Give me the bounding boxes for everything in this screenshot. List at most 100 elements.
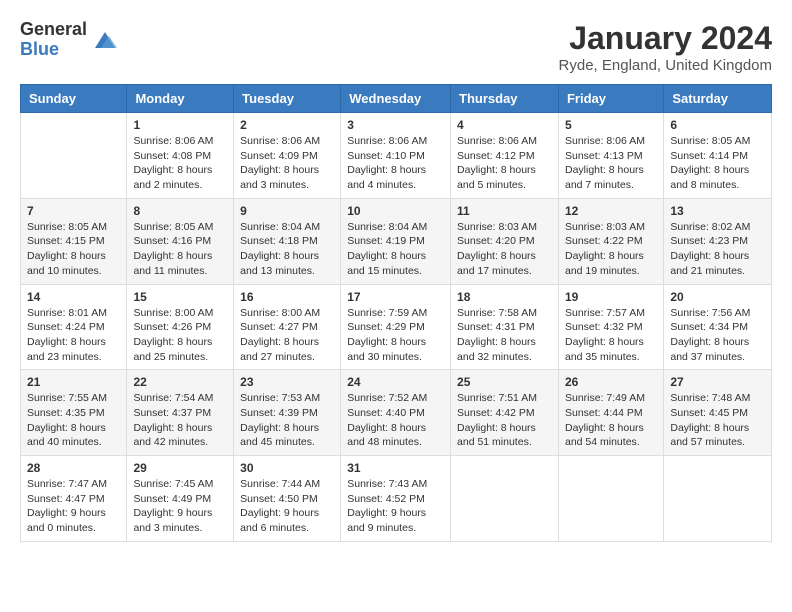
day-info: Sunrise: 8:02 AMSunset: 4:23 PMDaylight:… — [670, 220, 765, 279]
calendar-week-row: 14 Sunrise: 8:01 AMSunset: 4:24 PMDayligh… — [21, 284, 772, 370]
day-number: 13 — [670, 204, 765, 218]
calendar-header-thursday: Thursday — [451, 85, 559, 113]
day-number: 19 — [565, 290, 657, 304]
calendar-week-row: 28 Sunrise: 7:47 AMSunset: 4:47 PMDayligh… — [21, 456, 772, 542]
day-info: Sunrise: 8:05 AMSunset: 4:14 PMDaylight:… — [670, 134, 765, 193]
day-number: 7 — [27, 204, 120, 218]
calendar-cell: 27 Sunrise: 7:48 AMSunset: 4:45 PMDayligh… — [664, 370, 772, 456]
logo-blue-text: Blue — [20, 40, 87, 60]
day-info: Sunrise: 8:05 AMSunset: 4:15 PMDaylight:… — [27, 220, 120, 279]
calendar-cell: 5 Sunrise: 8:06 AMSunset: 4:13 PMDaylight… — [558, 113, 663, 199]
calendar-header-wednesday: Wednesday — [341, 85, 451, 113]
day-number: 3 — [347, 118, 444, 132]
day-info: Sunrise: 7:53 AMSunset: 4:39 PMDaylight:… — [240, 391, 334, 450]
day-number: 15 — [133, 290, 227, 304]
day-number: 18 — [457, 290, 552, 304]
day-info: Sunrise: 7:58 AMSunset: 4:31 PMDaylight:… — [457, 306, 552, 365]
day-number: 2 — [240, 118, 334, 132]
day-info: Sunrise: 7:47 AMSunset: 4:47 PMDaylight:… — [27, 477, 120, 536]
calendar-cell: 2 Sunrise: 8:06 AMSunset: 4:09 PMDaylight… — [234, 113, 341, 199]
day-number: 25 — [457, 375, 552, 389]
day-info: Sunrise: 7:49 AMSunset: 4:44 PMDaylight:… — [565, 391, 657, 450]
day-info: Sunrise: 7:51 AMSunset: 4:42 PMDaylight:… — [457, 391, 552, 450]
day-info: Sunrise: 8:06 AMSunset: 4:09 PMDaylight:… — [240, 134, 334, 193]
location: Ryde, England, United Kingdom — [559, 57, 772, 74]
day-number: 14 — [27, 290, 120, 304]
day-number: 30 — [240, 461, 334, 475]
day-number: 6 — [670, 118, 765, 132]
day-info: Sunrise: 7:45 AMSunset: 4:49 PMDaylight:… — [133, 477, 227, 536]
calendar-cell: 20Sunrise: 7:56 AMSunset: 4:34 PMDayligh… — [664, 284, 772, 370]
day-number: 1 — [133, 118, 227, 132]
day-number: 24 — [347, 375, 444, 389]
day-info: Sunrise: 8:03 AMSunset: 4:22 PMDaylight:… — [565, 220, 657, 279]
day-info: Sunrise: 7:54 AMSunset: 4:37 PMDaylight:… — [133, 391, 227, 450]
day-info: Sunrise: 8:00 AMSunset: 4:27 PMDaylight:… — [240, 306, 334, 365]
day-number: 12 — [565, 204, 657, 218]
logo: General Blue — [20, 20, 119, 60]
calendar-cell: 4 Sunrise: 8:06 AMSunset: 4:12 PMDaylight… — [451, 113, 559, 199]
calendar-cell: 14 Sunrise: 8:01 AMSunset: 4:24 PMDayligh… — [21, 284, 127, 370]
calendar-cell: 9 Sunrise: 8:04 AMSunset: 4:18 PMDaylight… — [234, 198, 341, 284]
calendar-cell: 19Sunrise: 7:57 AMSunset: 4:32 PMDayligh… — [558, 284, 663, 370]
calendar-cell: 21 Sunrise: 7:55 AMSunset: 4:35 PMDayligh… — [21, 370, 127, 456]
day-info: Sunrise: 7:43 AMSunset: 4:52 PMDaylight:… — [347, 477, 444, 536]
calendar-header-monday: Monday — [127, 85, 234, 113]
day-info: Sunrise: 8:04 AMSunset: 4:18 PMDaylight:… — [240, 220, 334, 279]
calendar-cell: 15 Sunrise: 8:00 AMSunset: 4:26 PMDayligh… — [127, 284, 234, 370]
day-info: Sunrise: 8:06 AMSunset: 4:08 PMDaylight:… — [133, 134, 227, 193]
day-number: 17 — [347, 290, 444, 304]
day-info: Sunrise: 8:03 AMSunset: 4:20 PMDaylight:… — [457, 220, 552, 279]
calendar-cell — [558, 456, 663, 542]
day-number: 16 — [240, 290, 334, 304]
calendar-cell: 17Sunrise: 7:59 AMSunset: 4:29 PMDayligh… — [341, 284, 451, 370]
logo-icon — [91, 26, 119, 54]
day-info: Sunrise: 8:01 AMSunset: 4:24 PMDaylight:… — [27, 306, 120, 365]
day-info: Sunrise: 7:55 AMSunset: 4:35 PMDaylight:… — [27, 391, 120, 450]
logo-general-text: General — [20, 20, 87, 40]
calendar-cell — [451, 456, 559, 542]
day-number: 26 — [565, 375, 657, 389]
day-number: 21 — [27, 375, 120, 389]
day-number: 9 — [240, 204, 334, 218]
day-number: 10 — [347, 204, 444, 218]
calendar-cell: 24 Sunrise: 7:52 AMSunset: 4:40 PMDayligh… — [341, 370, 451, 456]
day-info: Sunrise: 8:00 AMSunset: 4:26 PMDaylight:… — [133, 306, 227, 365]
day-info: Sunrise: 7:44 AMSunset: 4:50 PMDaylight:… — [240, 477, 334, 536]
calendar-cell — [21, 113, 127, 199]
day-number: 28 — [27, 461, 120, 475]
calendar-header-row: SundayMondayTuesdayWednesdayThursdayFrid… — [21, 85, 772, 113]
day-info: Sunrise: 8:06 AMSunset: 4:12 PMDaylight:… — [457, 134, 552, 193]
calendar-header-tuesday: Tuesday — [234, 85, 341, 113]
calendar-cell: 7 Sunrise: 8:05 AMSunset: 4:15 PMDaylight… — [21, 198, 127, 284]
calendar-cell: 6 Sunrise: 8:05 AMSunset: 4:14 PMDaylight… — [664, 113, 772, 199]
calendar-cell: 23 Sunrise: 7:53 AMSunset: 4:39 PMDayligh… — [234, 370, 341, 456]
day-number: 31 — [347, 461, 444, 475]
day-number: 20 — [670, 290, 765, 304]
calendar-cell: 28 Sunrise: 7:47 AMSunset: 4:47 PMDayligh… — [21, 456, 127, 542]
calendar-cell: 8Sunrise: 8:05 AMSunset: 4:16 PMDaylight… — [127, 198, 234, 284]
day-number: 29 — [133, 461, 227, 475]
calendar-cell: 1 Sunrise: 8:06 AMSunset: 4:08 PMDaylight… — [127, 113, 234, 199]
day-number: 22 — [133, 375, 227, 389]
calendar-header-saturday: Saturday — [664, 85, 772, 113]
calendar-cell: 22 Sunrise: 7:54 AMSunset: 4:37 PMDayligh… — [127, 370, 234, 456]
calendar-week-row: 1 Sunrise: 8:06 AMSunset: 4:08 PMDaylight… — [21, 113, 772, 199]
day-info: Sunrise: 8:06 AMSunset: 4:13 PMDaylight:… — [565, 134, 657, 193]
day-number: 23 — [240, 375, 334, 389]
day-number: 5 — [565, 118, 657, 132]
calendar-week-row: 7 Sunrise: 8:05 AMSunset: 4:15 PMDaylight… — [21, 198, 772, 284]
calendar-cell: 25 Sunrise: 7:51 AMSunset: 4:42 PMDayligh… — [451, 370, 559, 456]
title-section: January 2024 Ryde, England, United Kingd… — [559, 20, 772, 74]
day-info: Sunrise: 7:52 AMSunset: 4:40 PMDaylight:… — [347, 391, 444, 450]
calendar-cell: 30 Sunrise: 7:44 AMSunset: 4:50 PMDayligh… — [234, 456, 341, 542]
calendar-week-row: 21 Sunrise: 7:55 AMSunset: 4:35 PMDayligh… — [21, 370, 772, 456]
calendar-cell: 31 Sunrise: 7:43 AMSunset: 4:52 PMDayligh… — [341, 456, 451, 542]
day-number: 27 — [670, 375, 765, 389]
day-info: Sunrise: 7:48 AMSunset: 4:45 PMDaylight:… — [670, 391, 765, 450]
day-info: Sunrise: 8:04 AMSunset: 4:19 PMDaylight:… — [347, 220, 444, 279]
day-number: 4 — [457, 118, 552, 132]
calendar-cell: 3Sunrise: 8:06 AMSunset: 4:10 PMDaylight… — [341, 113, 451, 199]
month-title: January 2024 — [559, 20, 772, 57]
calendar-header-friday: Friday — [558, 85, 663, 113]
